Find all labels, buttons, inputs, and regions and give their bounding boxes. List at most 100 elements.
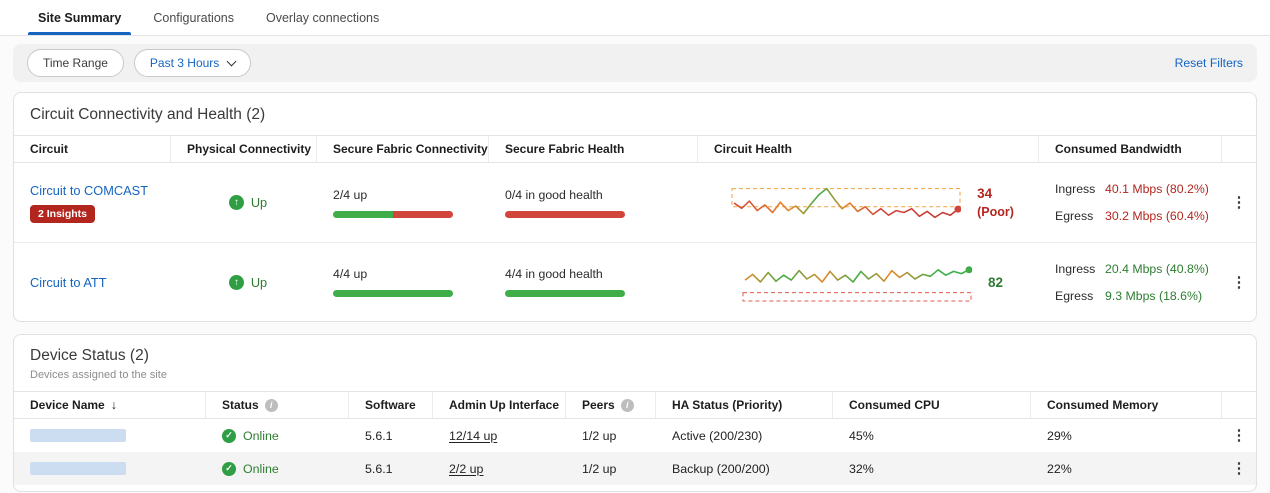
row-menu-button[interactable]: ⋮	[1232, 195, 1247, 210]
admin-up-link[interactable]: 12/14 up	[449, 429, 497, 443]
device-panel-header: Device Status (2) Devices assigned to th…	[14, 335, 1256, 391]
fabric-health-cell: 4/4 in good health	[489, 243, 698, 321]
device-panel: Device Status (2) Devices assigned to th…	[13, 334, 1257, 492]
physical-connectivity-cell: ↑ Up	[171, 163, 317, 242]
device-row-2: ✓ Online 5.6.1 2/2 up 1/2 up Backup (200…	[14, 452, 1256, 485]
fabric-connectivity-cell: 4/4 up	[317, 243, 489, 321]
circuit-health-cell: 34 (Poor)	[698, 163, 1039, 242]
device-panel-subtitle: Devices assigned to the site	[30, 369, 1240, 381]
device-name-header-label: Device Name	[30, 398, 105, 412]
chevron-down-icon	[227, 56, 237, 66]
fabric-connectivity-label: 4/4 up	[333, 267, 367, 281]
egress-label: Egress	[1055, 209, 1097, 223]
column-header-consumed-memory: Consumed Memory	[1031, 392, 1222, 418]
column-header-circuit: Circuit	[14, 136, 171, 162]
peers-header-label: Peers	[582, 398, 615, 412]
column-header-secure-fabric-connectivity: Secure Fabric Connectivity	[317, 136, 489, 162]
device-panel-bottom-spacer	[14, 485, 1256, 491]
fabric-health-bar	[505, 211, 625, 218]
column-header-admin-up-interface: Admin Up Interface	[433, 392, 566, 418]
circuit-panel: Circuit Connectivity and Health (2) Circ…	[13, 92, 1257, 322]
row-menu-button[interactable]: ⋮	[1232, 461, 1247, 476]
admin-up-link[interactable]: 2/2 up	[449, 462, 483, 476]
fabric-health-bar	[505, 290, 625, 297]
circuit-health-sparkline	[731, 181, 961, 225]
physical-status: Up	[251, 275, 267, 290]
column-header-status: Status i	[206, 392, 349, 418]
fabric-health-label: 0/4 in good health	[505, 188, 603, 202]
cpu-value: 32%	[833, 452, 1031, 485]
circuit-health-sparkline	[742, 260, 972, 304]
tab-site-summary[interactable]: Site Summary	[22, 0, 137, 35]
circuit-row-comcast: Circuit to COMCAST 2 Insights ↑ Up 2/4 u…	[14, 163, 1256, 242]
online-check-icon: ✓	[222, 429, 236, 443]
column-header-circuit-health: Circuit Health	[698, 136, 1039, 162]
physical-connectivity-cell: ↑ Up	[171, 243, 317, 321]
top-tab-bar: Site Summary Configurations Overlay conn…	[0, 0, 1270, 36]
fabric-connectivity-cell: 2/4 up	[317, 163, 489, 242]
software-version: 5.6.1	[349, 419, 433, 452]
row-menu-button[interactable]: ⋮	[1232, 275, 1247, 290]
circuit-cell: Circuit to COMCAST 2 Insights	[14, 163, 171, 242]
fabric-connectivity-label: 2/4 up	[333, 188, 367, 202]
column-header-physical-connectivity: Physical Connectivity	[171, 136, 317, 162]
device-table-header: Device Name ↓ Status i Software Admin Up…	[14, 391, 1256, 419]
fabric-connectivity-bar	[333, 290, 453, 297]
device-panel-title: Device Status (2)	[30, 347, 1240, 365]
peers-value: 1/2 up	[566, 452, 656, 485]
physical-status: Up	[251, 195, 267, 210]
time-range-button[interactable]: Time Range	[27, 49, 124, 77]
status-cell: ✓ Online	[206, 452, 349, 485]
consumed-bandwidth-cell: Ingress 40.1 Mbps (80.2%) Egress 30.2 Mb…	[1039, 163, 1222, 242]
column-header-peers: Peers i	[566, 392, 656, 418]
device-name-redacted[interactable]	[30, 462, 126, 475]
column-header-software: Software	[349, 392, 433, 418]
status-header-label: Status	[222, 398, 259, 412]
software-version: 5.6.1	[349, 452, 433, 485]
circuit-table-header: Circuit Physical Connectivity Secure Fab…	[14, 135, 1256, 163]
egress-label: Egress	[1055, 289, 1097, 303]
tab-overlay-connections[interactable]: Overlay connections	[250, 0, 395, 35]
app-root: Site Summary Configurations Overlay conn…	[0, 0, 1270, 492]
consumed-bandwidth-cell: Ingress 20.4 Mbps (40.8%) Egress 9.3 Mbp…	[1039, 243, 1222, 321]
cpu-value: 45%	[833, 419, 1031, 452]
admin-up-cell: 2/2 up	[433, 452, 566, 485]
tab-configurations[interactable]: Configurations	[137, 0, 250, 35]
health-score: 34	[977, 186, 1014, 201]
ingress-value: 40.1 Mbps (80.2%)	[1105, 182, 1209, 196]
time-range-value: Past 3 Hours	[150, 56, 219, 70]
circuit-panel-title: Circuit Connectivity and Health (2)	[14, 93, 1256, 135]
up-arrow-icon: ↑	[229, 195, 244, 210]
fabric-health-cell: 0/4 in good health	[489, 163, 698, 242]
device-status: Online	[243, 429, 279, 443]
column-header-consumed-cpu: Consumed CPU	[833, 392, 1031, 418]
status-cell: ✓ Online	[206, 419, 349, 452]
column-header-device-name[interactable]: Device Name ↓	[14, 392, 206, 418]
ha-status-value: Backup (200/200)	[656, 452, 833, 485]
device-name-redacted[interactable]	[30, 429, 126, 442]
online-check-icon: ✓	[222, 462, 236, 476]
device-name-cell	[14, 419, 206, 452]
peers-value: 1/2 up	[566, 419, 656, 452]
info-icon[interactable]: i	[621, 399, 634, 412]
column-header-secure-fabric-health: Secure Fabric Health	[489, 136, 698, 162]
insights-badge[interactable]: 2 Insights	[30, 205, 95, 223]
ingress-label: Ingress	[1055, 262, 1097, 276]
reset-filters-link[interactable]: Reset Filters	[1175, 56, 1243, 70]
circuit-link[interactable]: Circuit to ATT	[30, 275, 107, 290]
device-name-cell	[14, 452, 206, 485]
column-header-menu	[1222, 136, 1256, 162]
health-score-block: 34 (Poor)	[977, 186, 1014, 219]
row-menu-button[interactable]: ⋮	[1232, 428, 1247, 443]
circuit-link[interactable]: Circuit to COMCAST	[30, 183, 148, 198]
ingress-value: 20.4 Mbps (40.8%)	[1105, 262, 1209, 276]
sort-desc-icon[interactable]: ↓	[111, 398, 117, 412]
time-range-select[interactable]: Past 3 Hours	[134, 49, 251, 77]
device-status: Online	[243, 462, 279, 476]
info-icon[interactable]: i	[265, 399, 278, 412]
filter-bar: Time Range Past 3 Hours Reset Filters	[13, 44, 1257, 82]
ingress-label: Ingress	[1055, 182, 1097, 196]
column-header-ha-status: HA Status (Priority)	[656, 392, 833, 418]
up-arrow-icon: ↑	[229, 275, 244, 290]
memory-value: 22%	[1031, 452, 1222, 485]
